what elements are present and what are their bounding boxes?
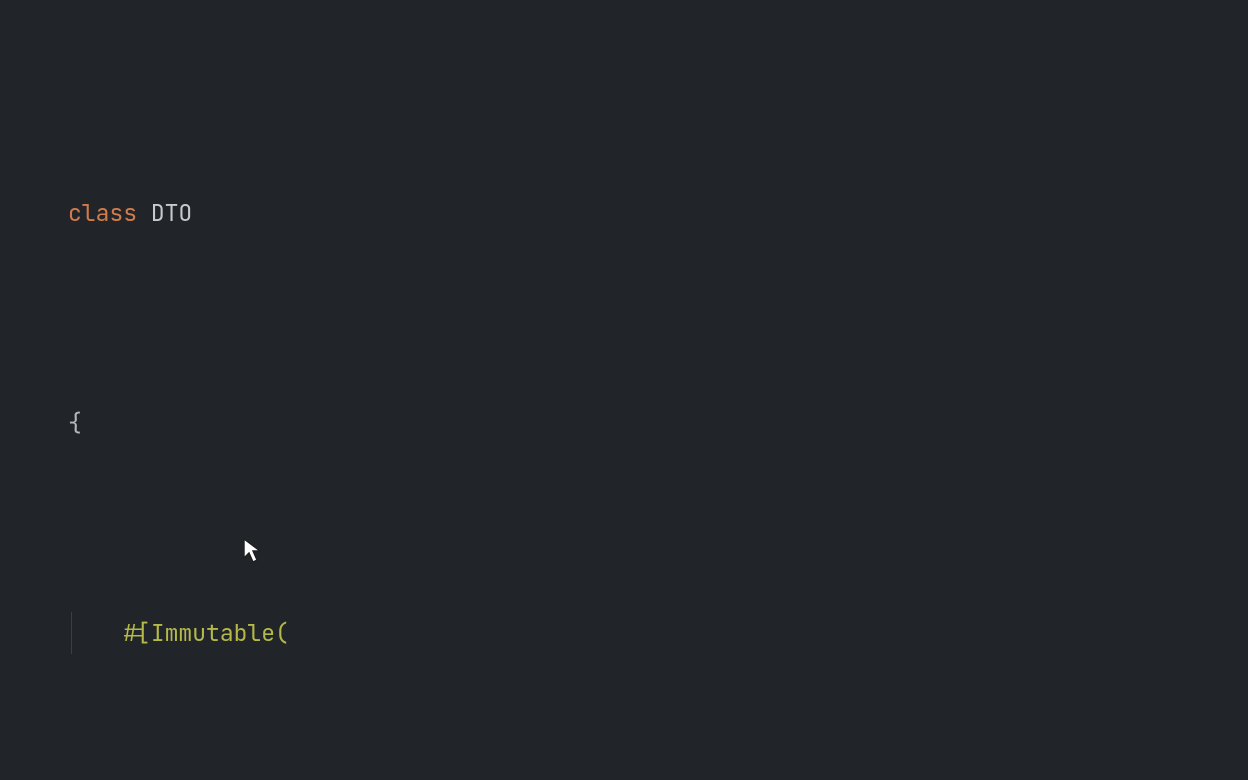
brace-open: { [68,408,82,438]
code-line[interactable]: #[Immutable( [0,612,1248,654]
code-line[interactable]: { [0,402,1248,444]
code-line[interactable]: class DTO [0,192,1248,234]
indent-guide [71,612,72,654]
code-editor[interactable]: class DTO { #[Immutable( Immutable::CONS… [0,0,1248,780]
attribute-open: #[ [123,618,151,648]
class-name: DTO [151,198,192,228]
keyword-class: class [68,198,137,228]
paren: ( [275,618,289,648]
mouse-cursor-icon [190,494,263,620]
attribute-name: Immutable [151,618,275,648]
